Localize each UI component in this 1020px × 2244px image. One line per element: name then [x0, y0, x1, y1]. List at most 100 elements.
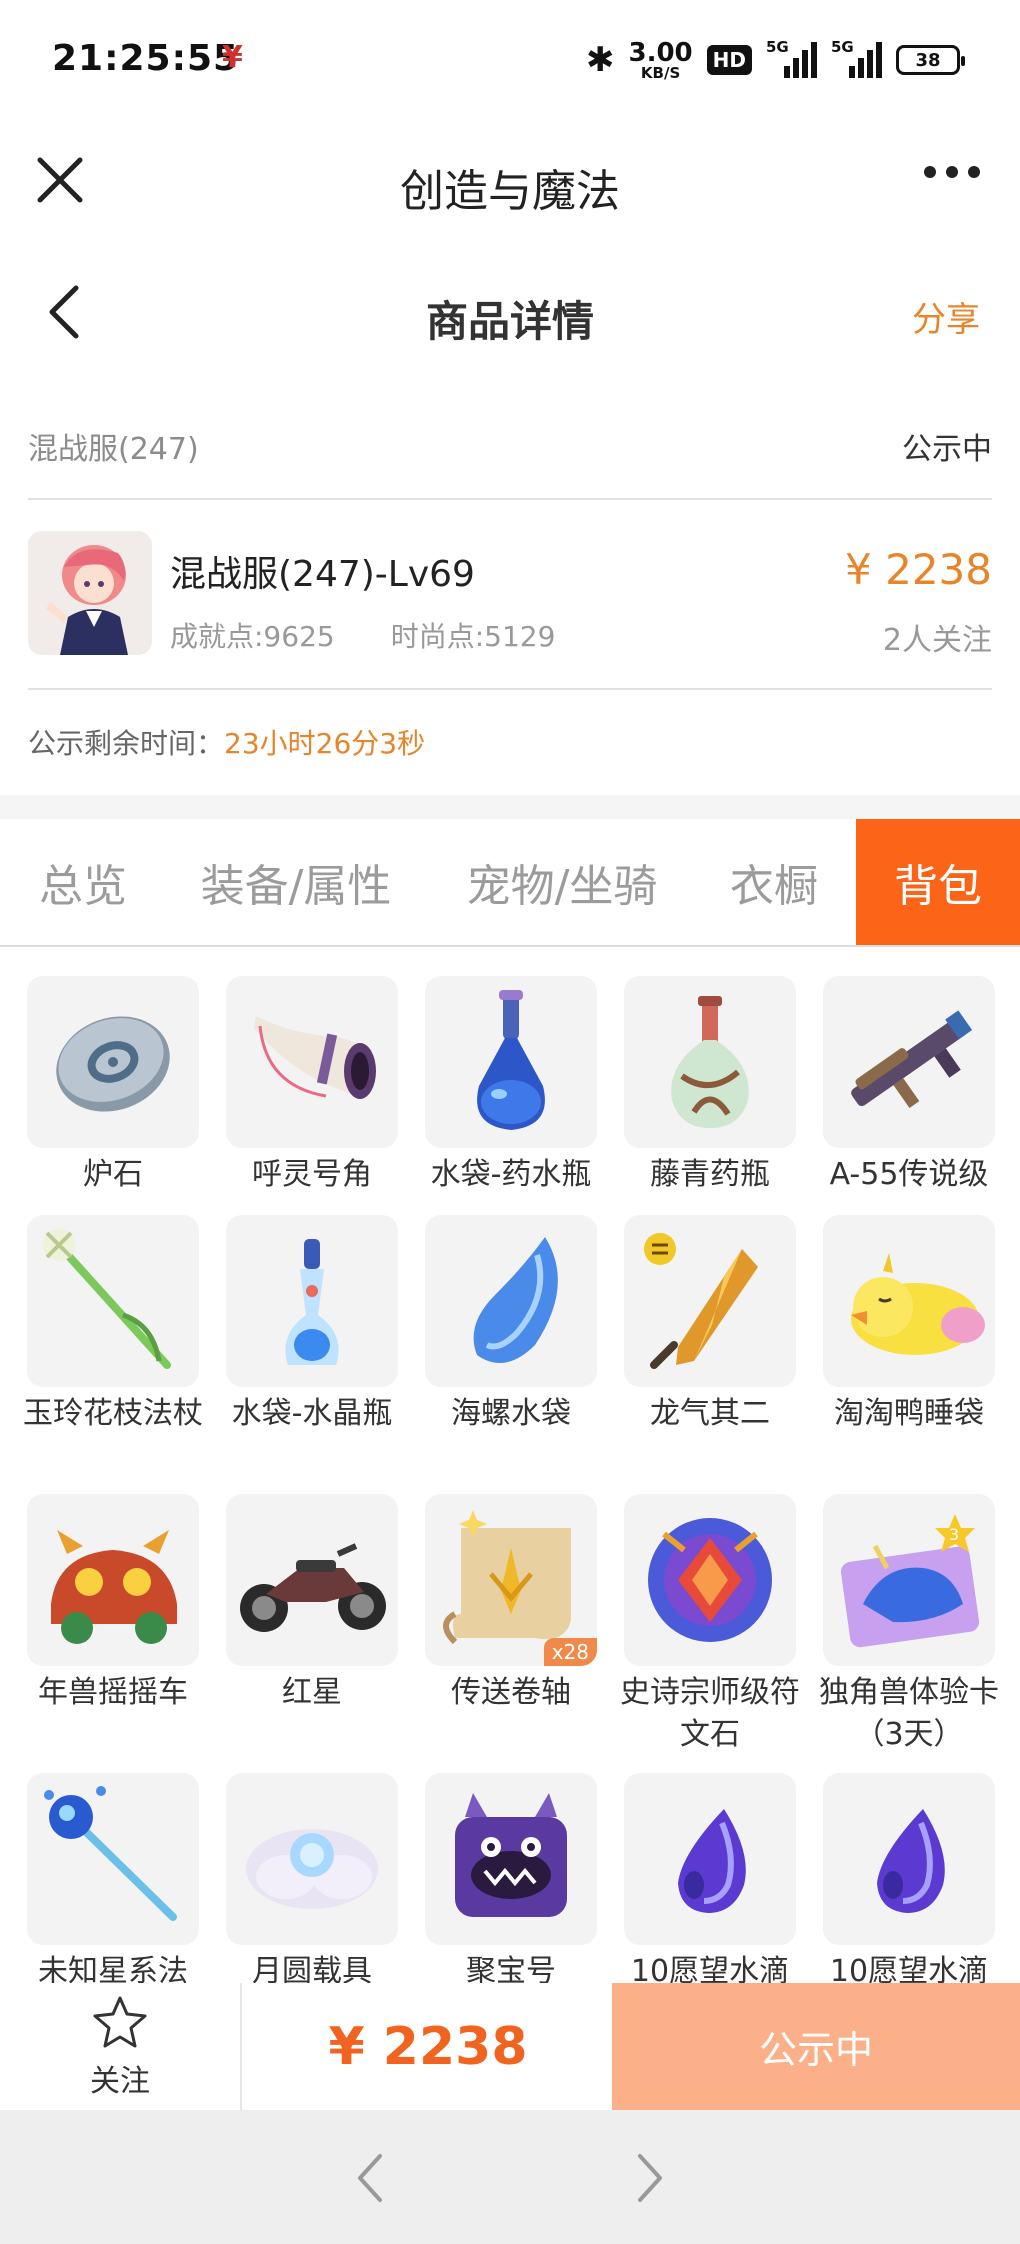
remaining-time-label: 公示剩余时间： [28, 727, 225, 760]
follow-button[interactable]: 关注 [0, 1983, 242, 2110]
tab-pets-mounts[interactable]: 宠物/坐骑 [442, 819, 682, 945]
crystal-bottle-icon [226, 1215, 398, 1387]
tab-backpack[interactable]: 背包 [856, 819, 1020, 945]
gun-icon [823, 976, 995, 1148]
item-card[interactable]: 3 独角兽体验卡（3天） [819, 1494, 999, 1756]
item-name: 聚宝号 [466, 1954, 556, 1983]
item-card[interactable]: 玉玲花枝法杖 [23, 1215, 203, 1435]
share-button[interactable]: 分享 [912, 292, 980, 341]
section-divider [0, 795, 1020, 819]
item-quantity-badge: x28 [543, 1638, 597, 1666]
item-name: 淘淘鸭睡袋 [834, 1396, 984, 1431]
item-card[interactable]: 炉石 [27, 976, 199, 1196]
battery-icon: 38 [896, 45, 965, 75]
stone-icon [27, 976, 199, 1148]
browser-nav-bar [0, 2110, 1020, 2244]
item-card[interactable]: A-55传说级 [823, 976, 995, 1196]
signal-icon-1: 5G [766, 38, 817, 78]
item-name: 藤青药瓶 [650, 1157, 770, 1192]
item-card[interactable]: 未知星系法 [27, 1773, 199, 1983]
character-name: 混战服(247)-Lv69 [170, 554, 475, 595]
moon-vehicle-icon [226, 1773, 398, 1945]
item-name: 年兽摇摇车 [38, 1675, 188, 1710]
item-name: 未知星系法 [38, 1954, 188, 1983]
character-stats: 成就点:9625 时尚点:5129 [170, 615, 555, 655]
tab-wardrobe[interactable]: 衣橱 [700, 819, 848, 945]
bluetooth-icon: ✱ [586, 40, 615, 80]
item-card[interactable]: 聚宝号 [425, 1773, 597, 1983]
star-outline-icon [91, 1994, 149, 2054]
horn-icon [226, 976, 398, 1148]
duck-sleeping-bag-icon [823, 1215, 995, 1387]
flower-staff-icon [27, 1215, 199, 1387]
achievement-points: 成就点:9625 [170, 620, 335, 653]
item-name: 炉石 [83, 1157, 143, 1192]
item-card[interactable]: 月圆载具 [226, 1773, 398, 1983]
more-icon[interactable] [924, 166, 980, 178]
item-card[interactable]: 水袋-水晶瓶 [226, 1215, 398, 1435]
listing-status: 公示中 [902, 432, 992, 467]
star-staff-icon [27, 1773, 199, 1945]
item-card[interactable]: 水袋-药水瓶 [425, 976, 597, 1196]
wish-drop-icon [823, 1773, 995, 1945]
item-name: 水袋-药水瓶 [430, 1157, 592, 1192]
item-name: 海螺水袋 [451, 1396, 571, 1431]
server-name: 混战服(247) [28, 432, 199, 467]
hd-icon: HD [706, 45, 752, 75]
wish-drop-icon [624, 1773, 796, 1945]
vine-bottle-icon [624, 976, 796, 1148]
item-card[interactable]: 红星 [226, 1494, 398, 1714]
rune-stone-icon [624, 1494, 796, 1666]
item-card[interactable]: 藤青药瓶 [624, 976, 796, 1196]
tab-bar: 总览 装备/属性 宠物/坐骑 衣橱 背包 [0, 819, 1020, 947]
page-title: 商品详情 [425, 297, 594, 346]
conch-icon [425, 1215, 597, 1387]
signal-label-1: 5G [766, 38, 789, 56]
nav-forward-icon[interactable] [630, 2150, 670, 2206]
status-bar: 21:25:55 ¥ ✱ 3.00 KB/S HD 5G 5G 38 [0, 0, 1020, 120]
unicorn-card-icon: 3 [823, 1494, 995, 1666]
backpack-grid: 炉石 呼灵号角 水袋-药水瓶 藤青药瓶 A-55传说级 玉玲花枝法杖 水袋-水晶… [0, 948, 1020, 1983]
item-name: 传送卷轴 [451, 1675, 571, 1710]
publicity-status-button[interactable]: 公示中 [612, 1983, 1020, 2110]
item-name: 龙气其二 [650, 1396, 770, 1431]
network-speed-value: 3.00 [628, 37, 693, 68]
signal-icon-2: 5G [831, 38, 882, 78]
treasure-monster-icon [425, 1773, 597, 1945]
item-card[interactable]: 10愿望水滴 [823, 1773, 995, 1983]
remaining-time: 公示剩余时间：23小时26分3秒 [28, 722, 425, 762]
item-card[interactable]: 呼灵号角 [226, 976, 398, 1196]
fashion-points: 时尚点:5129 [390, 620, 556, 653]
item-card[interactable]: x28 传送卷轴 [425, 1494, 597, 1714]
tab-overview[interactable]: 总览 [0, 819, 166, 945]
dragon-crystal-icon [624, 1215, 796, 1387]
motorbike-icon [226, 1494, 398, 1666]
item-card[interactable]: 年兽摇摇车 [27, 1494, 199, 1714]
item-card[interactable]: 淘淘鸭睡袋 [823, 1215, 995, 1435]
bottom-action-bar: 关注 ¥ 2238 公示中 [0, 1983, 1020, 2110]
character-row[interactable]: 混战服(247)-Lv69 成就点:9625 时尚点:5129 ¥ 2238 2… [28, 505, 992, 690]
remaining-time-value: 23小时26分3秒 [224, 727, 426, 760]
scroll-icon: x28 [425, 1494, 597, 1666]
item-name: A-55传说级 [829, 1157, 989, 1192]
bottom-price: ¥ 2238 [328, 2016, 528, 2077]
network-speed: 3.00 KB/S [629, 40, 693, 81]
nav-back-icon[interactable] [350, 2150, 390, 2206]
item-name: 10愿望水滴 [630, 1954, 790, 1983]
item-name: 10愿望水滴 [829, 1954, 989, 1983]
item-name: 呼灵号角 [252, 1157, 372, 1192]
beast-cart-icon [27, 1494, 199, 1666]
item-name: 玉玲花枝法杖 [23, 1396, 203, 1431]
item-card[interactable]: 史诗宗师级符文石 [620, 1494, 800, 1756]
item-card[interactable]: 海螺水袋 [425, 1215, 597, 1435]
item-card[interactable]: 龙气其二 [624, 1215, 796, 1435]
follower-count: 2人关注 [882, 623, 992, 658]
status-icons: ✱ 3.00 KB/S HD 5G 5G 38 [586, 36, 965, 84]
item-name: 水袋-水晶瓶 [231, 1396, 393, 1431]
page-header: 商品详情 分享 [0, 260, 1020, 370]
item-name: 独角兽体验卡（3天） [819, 1675, 999, 1752]
item-card[interactable]: 10愿望水滴 [624, 1773, 796, 1983]
item-name: 月圆载具 [252, 1954, 372, 1983]
tab-equipment[interactable]: 装备/属性 [176, 819, 416, 945]
follow-label: 关注 [90, 2063, 150, 2099]
